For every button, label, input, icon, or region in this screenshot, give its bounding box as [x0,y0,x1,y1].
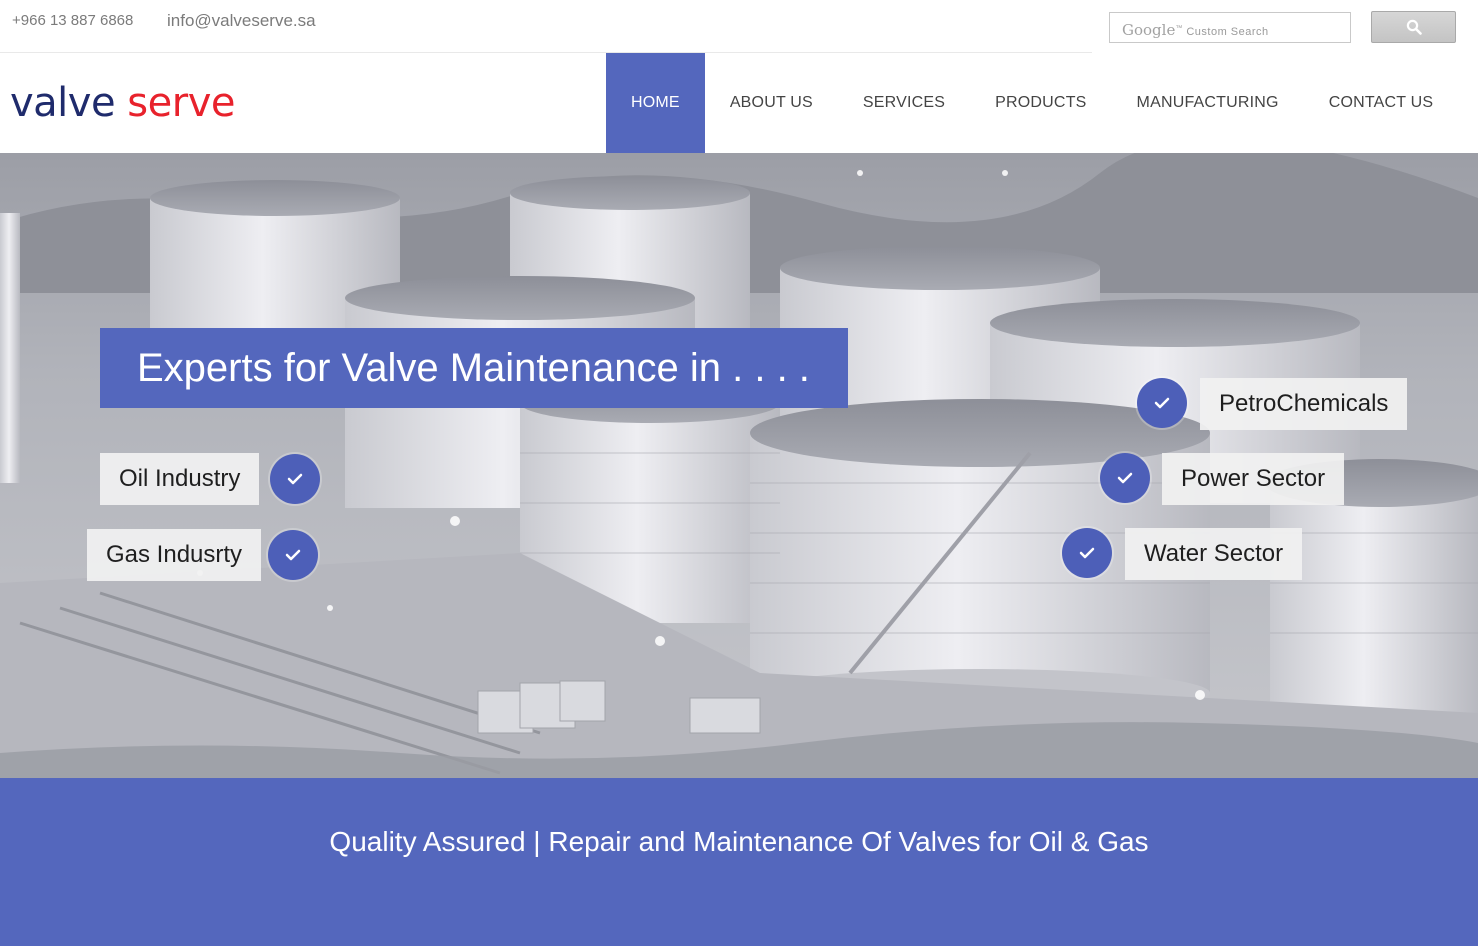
check-icon [268,530,318,580]
check-icon [270,454,320,504]
tag-power-sector: Power Sector [1162,453,1345,505]
top-contact-bar: +966 13 887 6868 info@valveserve.sa [0,0,1092,53]
search-button[interactable] [1371,11,1456,43]
site-logo[interactable]: valve serve [10,79,235,127]
email-link[interactable]: info@valveserve.sa [167,11,316,31]
tag-gas-industry: Gas Indusrty [87,529,262,581]
tagline-text: Quality Assured | Repair and Maintenance… [329,826,1149,857]
search-icon [1406,19,1422,35]
nav-services[interactable]: SERVICES [838,53,970,153]
trademark-mark: ™ [1175,25,1183,32]
tag-petrochemicals: PetroChemicals [1200,378,1408,430]
check-icon [1137,378,1187,428]
logo-serve: serve [115,80,235,126]
check-icon [1062,528,1112,578]
tagline-band: Quality Assured | Repair and Maintenance… [0,778,1478,946]
nav-manufacturing[interactable]: MANUFACTURING [1112,53,1304,153]
hero-headline: Experts for Valve Maintenance in . . . . [100,328,848,408]
tag-water-sector: Water Sector [1125,528,1303,580]
google-logo: Google [1122,21,1176,39]
check-icon [1100,453,1150,503]
search-placeholder: Custom Search [1186,26,1269,38]
tag-oil-industry: Oil Industry [100,453,260,505]
nav-contact-us[interactable]: CONTACT US [1304,53,1459,153]
search-input[interactable]: Google™ Custom Search [1109,12,1351,43]
nav-home[interactable]: HOME [606,53,705,153]
logo-valve: valve [10,80,116,126]
nav-products[interactable]: PRODUCTS [970,53,1111,153]
main-nav: HOME ABOUT US SERVICES PRODUCTS MANUFACT… [606,53,1458,153]
phone-number[interactable]: +966 13 887 6868 [12,12,133,29]
hero-banner: Experts for Valve Maintenance in . . . .… [0,153,1478,778]
site-header: valve serve HOME ABOUT US SERVICES PRODU… [0,53,1478,153]
nav-about-us[interactable]: ABOUT US [705,53,838,153]
